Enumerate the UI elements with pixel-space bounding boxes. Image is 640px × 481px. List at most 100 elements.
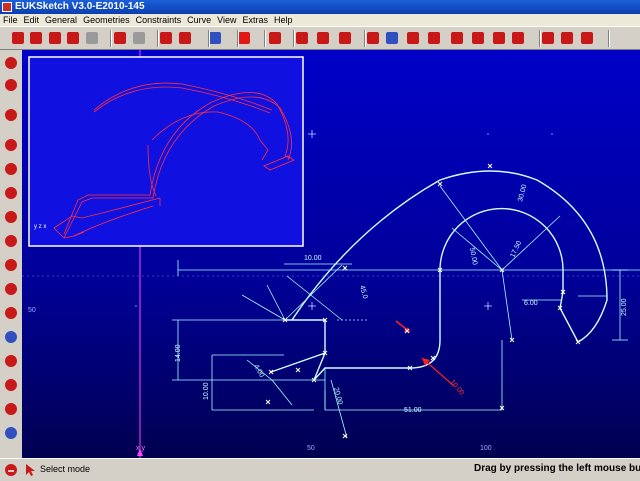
stop-button[interactable] (46, 29, 64, 47)
menu-view[interactable]: View (214, 14, 239, 26)
polyline-tool-icon (5, 187, 17, 199)
dim-d11: 20.00 (332, 387, 343, 406)
status-hint: Drag by pressing the left mouse button (474, 463, 640, 474)
cube-button[interactable] (64, 29, 82, 47)
title-bar: EUKSketch V3.0-E2010-145 (0, 0, 640, 14)
hand-button[interactable] (2, 76, 20, 94)
window-title: EUKSketch V3.0-E2010-145 (15, 1, 145, 12)
circle-tool-icon (5, 235, 17, 247)
lock2-icon (428, 32, 440, 44)
toolbar-separator (293, 30, 295, 47)
drawing-canvas[interactable]: 50 50 100 x y 10.00 45.0 50.00 30.00 17.… (22, 50, 640, 458)
circle-tool-button[interactable] (2, 232, 20, 250)
arc-tool-button[interactable] (2, 208, 20, 226)
toolbar-separator (608, 30, 610, 47)
cube-gray-button[interactable] (83, 29, 101, 47)
menu-file[interactable]: File (0, 14, 21, 26)
app-icon (2, 2, 12, 12)
dim-d6: 6.00 (524, 300, 538, 307)
point-button[interactable] (314, 29, 332, 47)
constraint-tool-button[interactable] (2, 424, 20, 442)
zoom-fit-button[interactable] (578, 29, 596, 47)
mirror-tool-button[interactable] (2, 328, 20, 346)
chain-button[interactable] (469, 29, 487, 47)
line-tool-icon (5, 163, 17, 175)
dim-d7: 25.00 (621, 298, 628, 316)
fillet-tool-button[interactable] (2, 280, 20, 298)
no-entry-button[interactable] (266, 29, 284, 47)
save-icon (30, 32, 42, 44)
toolbar-separator (157, 30, 159, 47)
select-arrow-button[interactable] (2, 54, 20, 72)
triangle-tool-button[interactable] (2, 376, 20, 394)
dim-d9: 10.00 (203, 382, 210, 400)
trim-tool-icon (5, 307, 17, 319)
gear-icon (339, 32, 351, 44)
x-tick-100: 100 (480, 445, 492, 452)
constraint-tool-icon (5, 427, 17, 439)
toolbar-separator (237, 30, 239, 47)
table-button[interactable] (364, 29, 382, 47)
grid-button[interactable] (157, 29, 175, 47)
preview-window[interactable]: y z x (28, 56, 304, 247)
menu-curve[interactable]: Curve (184, 14, 214, 26)
snap-star-button[interactable] (9, 29, 27, 47)
polyline-tool-button[interactable] (2, 184, 20, 202)
toolbar-separator (208, 30, 210, 47)
dimension-tool-icon (5, 403, 17, 415)
offset-tool-button[interactable] (2, 352, 20, 370)
table-blue-button[interactable] (383, 29, 401, 47)
pen-icon (209, 32, 221, 44)
lock-icon (407, 32, 419, 44)
angle-button[interactable] (293, 29, 311, 47)
stop-icon (49, 32, 61, 44)
no-dim-button[interactable] (448, 29, 466, 47)
zoom-out-icon (561, 32, 573, 44)
menu-extras[interactable]: Extras (240, 14, 272, 26)
mirror-tool-icon (5, 331, 17, 343)
zoom-out-button[interactable] (558, 29, 576, 47)
mode-icon (5, 464, 17, 476)
eraser-button[interactable] (111, 29, 129, 47)
lock2-button[interactable] (425, 29, 443, 47)
fillet-tool-icon (5, 283, 17, 295)
axis-icon (5, 109, 17, 121)
point-icon (317, 32, 329, 44)
zoom-fit-icon (581, 32, 593, 44)
menu-help[interactable]: Help (271, 14, 296, 26)
dim-d3: 50.00 (468, 247, 478, 266)
cube-gray-icon (86, 32, 98, 44)
dim-d4: 30.00 (517, 184, 528, 203)
chain-icon (472, 32, 484, 44)
dim-d2: 45.0 (358, 285, 368, 300)
axis-button[interactable] (2, 106, 20, 124)
sketch-svg[interactable]: 50 50 100 x y 10.00 45.0 50.00 30.00 17.… (22, 50, 640, 458)
zoom-in-button[interactable] (539, 29, 557, 47)
select-arrow-icon (5, 57, 17, 69)
menu-edit[interactable]: Edit (21, 14, 43, 26)
eraser-gray-icon (133, 32, 145, 44)
hammer-button[interactable] (509, 29, 527, 47)
grid-dots-button[interactable] (176, 29, 194, 47)
eraser-gray-button[interactable] (130, 29, 148, 47)
gear-button[interactable] (336, 29, 354, 47)
line-tool-button[interactable] (2, 160, 20, 178)
dim-d13: 10.00 (448, 379, 465, 397)
bolt-button[interactable] (490, 29, 508, 47)
save-button[interactable] (27, 29, 45, 47)
menu-general[interactable]: General (42, 14, 80, 26)
dim-d12: 51.00 (404, 407, 422, 414)
rectangle-tool-button[interactable] (2, 256, 20, 274)
lock-button[interactable] (404, 29, 422, 47)
dim-d8: 14.00 (175, 344, 182, 362)
preview-axes-label: y z x (34, 224, 46, 230)
point-tool-icon (5, 139, 17, 151)
grid-crosses (308, 130, 492, 310)
point-tool-button[interactable] (2, 136, 20, 154)
dimension-tool-button[interactable] (2, 400, 20, 418)
triangle-tool-icon (5, 379, 17, 391)
snap-star-icon (12, 32, 24, 44)
trim-tool-button[interactable] (2, 304, 20, 322)
menu-geometries[interactable]: Geometries (80, 14, 133, 26)
menu-constraints[interactable]: Constraints (133, 14, 185, 26)
